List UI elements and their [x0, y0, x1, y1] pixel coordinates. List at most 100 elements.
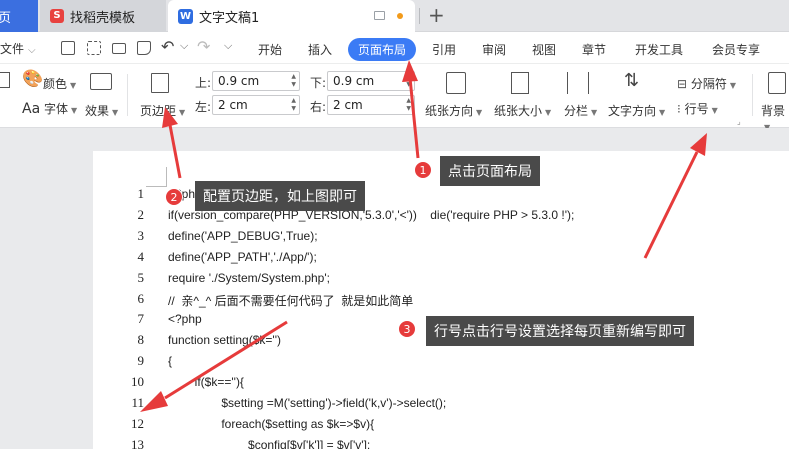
code-line[interactable]: foreach($setting as $k=>$v){	[168, 417, 374, 431]
ribbon-divider	[127, 74, 128, 116]
color-label: 颜色	[43, 77, 68, 91]
ribbon-divider	[752, 74, 753, 116]
bottom-margin-value: 0.9 cm	[333, 74, 375, 88]
bottom-margin-label: 下:	[310, 76, 327, 90]
paper-size-icon	[511, 72, 529, 94]
code-line[interactable]: if($k==''){	[168, 375, 244, 389]
save-icon[interactable]	[61, 41, 75, 55]
columns-label: 分栏	[564, 104, 589, 118]
text-direction-label: 文字方向	[608, 104, 657, 118]
menu-bar: 文件 ⌵ ↶ ⌵ ↷ ⌵ 开始 插入 页面布局 引用 审阅 视图 章节 开发工具 …	[0, 32, 789, 64]
code-line[interactable]: $config[$v['k']] = $v['v'];	[168, 438, 370, 449]
code-line[interactable]: $setting =M('setting')->field('k,v')->se…	[168, 396, 446, 410]
line-number-label: 行号	[684, 102, 709, 116]
spinner-icon[interactable]: ▲ ▼	[291, 97, 296, 113]
line-number: 2	[137, 207, 145, 222]
file-menu-label: 文件	[0, 42, 25, 56]
spinner-icon[interactable]: ▲ ▼	[406, 73, 411, 89]
left-margin-label: 左:	[195, 100, 212, 114]
menu-member[interactable]: 会员专享	[712, 41, 760, 58]
code-line[interactable]: <?php	[168, 312, 202, 326]
code-line[interactable]: define('APP_DEBUG',True);	[168, 229, 318, 243]
tab-divider	[419, 8, 420, 24]
more-icon[interactable]: ⌵	[224, 39, 232, 53]
docer-logo-icon: S	[50, 9, 64, 23]
separator-button[interactable]: ⊟ 分隔符 ▼	[677, 75, 736, 92]
print-preview-icon[interactable]	[137, 41, 151, 55]
effect-label: 效果	[85, 104, 110, 118]
paper-size-button[interactable]: 纸张大小 ▼	[494, 102, 551, 119]
menu-insert[interactable]: 插入	[308, 41, 332, 58]
top-margin-input[interactable]: 0.9 cm ▲ ▼	[212, 71, 300, 91]
code-line[interactable]: require './System/System.php';	[168, 271, 330, 285]
line-number: 13	[131, 437, 144, 449]
margin-icon	[151, 73, 169, 93]
margin-label: 页边距	[140, 104, 177, 118]
theme-icon[interactable]	[0, 72, 10, 88]
right-margin-input[interactable]: 2 cm ▲ ▼	[327, 95, 415, 115]
right-margin-label: 右:	[310, 100, 327, 114]
tab-template[interactable]: S 找稻壳模板	[40, 0, 166, 32]
new-tab-button[interactable]: +	[428, 3, 445, 27]
menu-references[interactable]: 引用	[432, 41, 456, 58]
line-number: 3	[137, 228, 145, 243]
orientation-icon	[446, 72, 466, 94]
margin-button[interactable]: 页边距 ▼	[140, 102, 185, 119]
ribbon-toolbar: 🎨 颜色 ▼ Aa 字体 ▼ 效果 ▼ 页边距 ▼ 上: 0.9 cm ▲ ▼ 下: 0.9…	[0, 64, 789, 132]
step-1-badge: 1	[414, 161, 432, 179]
tab-document-label: 文字文稿1	[199, 10, 260, 26]
unsaved-dot-icon	[397, 13, 403, 19]
left-margin-input[interactable]: 2 cm ▲ ▼	[212, 95, 300, 115]
line-number: 12	[131, 416, 144, 431]
line-number: 8	[137, 332, 145, 347]
step-2-badge: 2	[165, 188, 183, 206]
spinner-icon[interactable]: ▲ ▼	[291, 73, 296, 89]
line-number-button[interactable]: ⁝ 行号 ▼	[677, 100, 718, 117]
tab-document[interactable]: W 文字文稿1	[168, 0, 415, 32]
page-corner-mark	[166, 167, 167, 187]
bottom-margin-input[interactable]: 0.9 cm ▲ ▼	[327, 71, 415, 91]
menu-review[interactable]: 审阅	[482, 41, 506, 58]
step-1-callout: 点击页面布局	[440, 156, 540, 186]
top-margin-value: 0.9 cm	[218, 74, 260, 88]
text-direction-icon: ⇅	[624, 70, 640, 91]
spinner-icon[interactable]: ▲ ▼	[406, 97, 411, 113]
code-line[interactable]: {	[168, 354, 172, 368]
print-icon[interactable]	[112, 43, 126, 54]
top-margin-label: 上:	[195, 76, 212, 90]
font-label: 字体	[43, 102, 68, 116]
dialog-launcher-icon[interactable]: ⌟	[737, 117, 741, 126]
tab-template-label: 找稻壳模板	[70, 10, 136, 26]
menu-developer[interactable]: 开发工具	[635, 41, 683, 58]
tab-bar: 页 S 找稻壳模板 W 文字文稿1 +	[0, 0, 789, 32]
left-margin-value: 2 cm	[218, 98, 248, 112]
monitor-icon[interactable]	[374, 11, 385, 20]
code-line[interactable]: // 亲^_^ 后面不需要任何代码了 就是如此简单	[168, 292, 413, 309]
undo-icon[interactable]: ↶	[161, 37, 174, 56]
page-corner-mark	[146, 186, 166, 187]
orientation-button[interactable]: 纸张方向 ▼	[425, 102, 482, 119]
line-number: 9	[137, 353, 145, 368]
text-direction-button[interactable]: 文字方向 ▼	[608, 102, 665, 119]
palette-icon: 🎨	[22, 69, 44, 89]
redo-icon[interactable]: ↷	[197, 37, 210, 56]
menu-start[interactable]: 开始	[258, 41, 282, 58]
code-line[interactable]: define('APP_PATH','./App/');	[168, 250, 317, 264]
columns-icon	[567, 72, 589, 94]
step-3-callout: 行号点击行号设置选择每页重新编写即可	[426, 316, 694, 346]
menu-view[interactable]: 视图	[532, 41, 556, 58]
font-button[interactable]: Aa 字体 ▼	[22, 100, 77, 117]
menu-page-layout[interactable]: 页面布局	[348, 38, 417, 61]
code-line[interactable]: function setting($k='')	[168, 333, 281, 347]
orientation-label: 纸张方向	[425, 104, 474, 118]
menu-chapter[interactable]: 章节	[582, 41, 606, 58]
step-2-callout: 配置页边距，如上图即可	[195, 181, 365, 211]
line-number: 10	[131, 374, 144, 389]
undo-dropdown-icon[interactable]: ⌵	[180, 39, 188, 53]
tab-home[interactable]: 页	[0, 0, 38, 32]
color-button[interactable]: 颜色 ▼	[43, 75, 76, 92]
export-icon[interactable]	[87, 41, 101, 55]
columns-button[interactable]: 分栏 ▼	[564, 102, 597, 119]
effect-button[interactable]: 效果 ▼	[85, 102, 118, 119]
file-menu[interactable]: 文件 ⌵	[0, 40, 36, 57]
